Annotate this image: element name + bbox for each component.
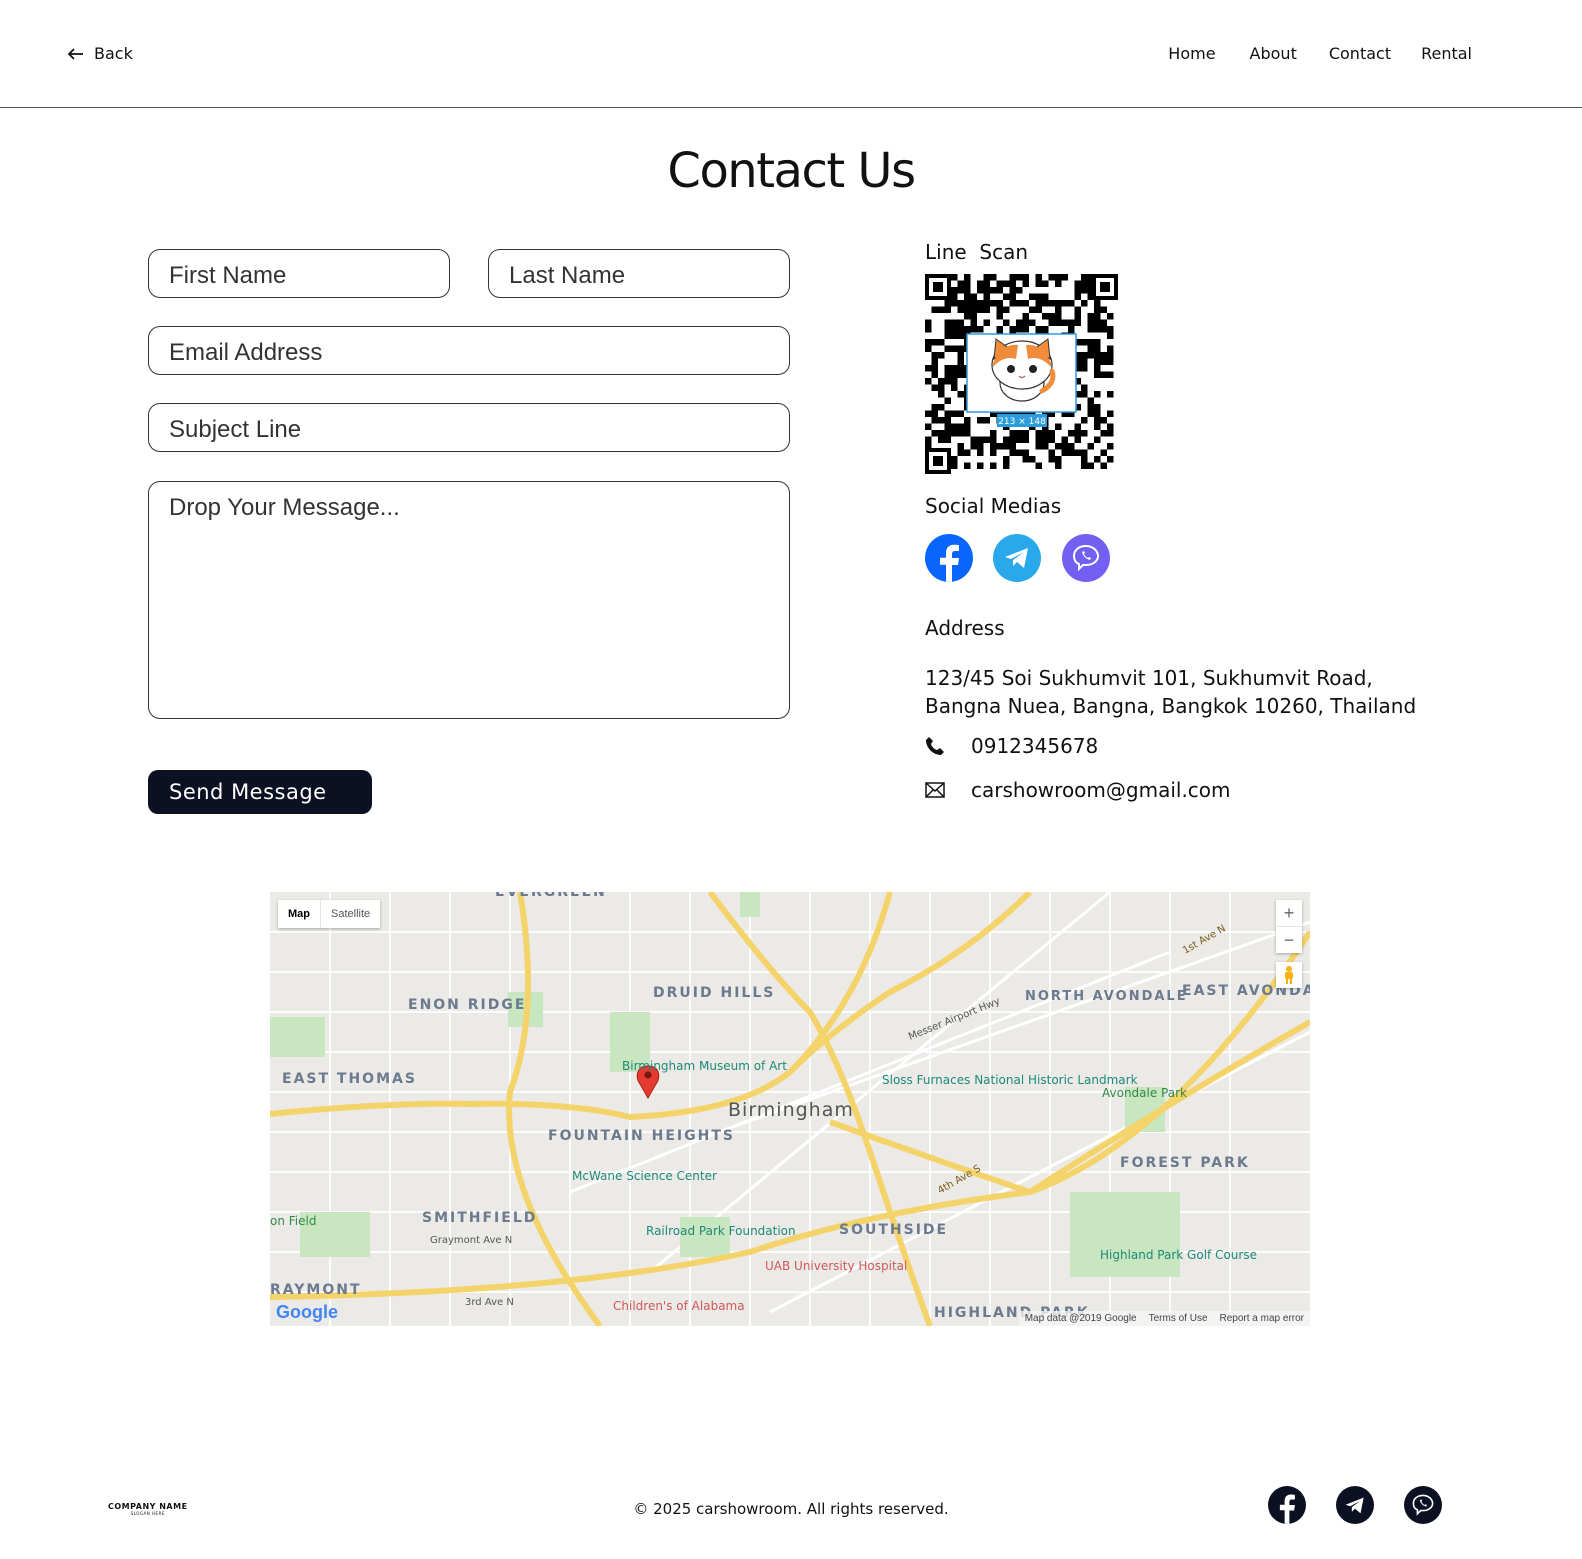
last-name-field[interactable]: Last Name — [488, 249, 790, 298]
svg-text:EVERGREEN: EVERGREEN — [495, 892, 607, 900]
viber-icon — [1072, 544, 1100, 572]
viber-link[interactable] — [1062, 534, 1110, 582]
telegram-icon — [1005, 548, 1028, 568]
svg-text:Highland Park Golf Course: Highland Park Golf Course — [1100, 1248, 1257, 1262]
svg-text:Graymont Ave N: Graymont Ave N — [430, 1235, 512, 1246]
viber-icon — [1412, 1494, 1434, 1516]
map-type-map[interactable]: Map — [278, 900, 320, 928]
footer-facebook-link[interactable] — [1268, 1486, 1306, 1524]
facebook-link[interactable] — [925, 534, 973, 582]
svg-text:McWane Science Center: McWane Science Center — [572, 1169, 717, 1183]
first-name-field[interactable]: First Name — [148, 249, 450, 298]
nav-links: Home About Contact Rental — [1168, 44, 1472, 63]
phone-row: 0912345678 — [925, 734, 1098, 758]
svg-text:Birmingham Museum of Art: Birmingham Museum of Art — [622, 1059, 787, 1073]
zoom-out-button[interactable]: − — [1276, 927, 1302, 953]
address-line-2: Bangna Nuea, Bangna, Bangkok 10260, Thai… — [925, 694, 1417, 718]
email-row: carshowroom@gmail.com — [925, 778, 1231, 802]
pegman-button[interactable] — [1276, 962, 1302, 988]
address-line-1: 123/45 Soi Sukhumvit 101, Sukhumvit Road… — [925, 666, 1373, 690]
footer-telegram-link[interactable] — [1336, 1486, 1374, 1524]
svg-text:on Field: on Field — [270, 1214, 316, 1228]
top-nav: Back Home About Contact Rental — [0, 0, 1582, 108]
back-label: Back — [94, 44, 133, 63]
line-scan-label: Line Scan — [925, 240, 1029, 264]
svg-text:SMITHFIELD: SMITHFIELD — [422, 1210, 537, 1226]
facebook-icon — [1279, 1494, 1295, 1524]
telegram-link[interactable] — [993, 534, 1041, 582]
line-qr-code: 213 × 148 — [925, 274, 1118, 474]
zoom-controls: + − — [1276, 900, 1302, 953]
map-type-control: Map Satellite — [278, 900, 381, 928]
svg-text:FOREST PARK: FOREST PARK — [1120, 1155, 1250, 1171]
nav-about[interactable]: About — [1250, 44, 1297, 63]
phone-number[interactable]: 0912345678 — [971, 734, 1098, 758]
message-textarea[interactable]: Drop Your Message... — [148, 481, 790, 719]
svg-text:UAB University Hospital: UAB University Hospital — [765, 1259, 907, 1273]
social-medias-label: Social Medias — [925, 494, 1062, 518]
svg-text:SOUTHSIDE: SOUTHSIDE — [839, 1222, 948, 1238]
zoom-in-button[interactable]: + — [1276, 900, 1302, 927]
address-label: Address — [925, 616, 1005, 640]
address-text: 123/45 Soi Sukhumvit 101, Sukhumvit Road… — [925, 664, 1416, 720]
svg-text:RAYMONT: RAYMONT — [270, 1282, 362, 1298]
phone-icon — [926, 737, 944, 755]
email-address[interactable]: carshowroom@gmail.com — [971, 778, 1231, 802]
map-report-link[interactable]: Report a map error — [1220, 1313, 1304, 1324]
svg-text:Railroad Park Foundation: Railroad Park Foundation — [646, 1224, 796, 1238]
map-attribution: Map data @2019 Google Terms of Use Repor… — [1018, 1311, 1310, 1326]
svg-text:Birmingham: Birmingham — [728, 1099, 854, 1121]
map-terms-link[interactable]: Terms of Use — [1149, 1313, 1208, 1324]
subject-field[interactable]: Subject Line — [148, 403, 790, 452]
arrow-left-icon — [68, 47, 83, 60]
nav-home[interactable]: Home — [1168, 44, 1215, 63]
google-logo: Google — [276, 1302, 338, 1322]
send-message-button[interactable]: Send Message — [148, 770, 372, 814]
map-canvas: EVERGREEN DRUID HILLS ENON RIDGE NORTH A… — [270, 892, 1310, 1326]
page-title: Contact Us — [667, 143, 916, 199]
svg-text:Sloss Furnaces National Histor: Sloss Furnaces National Historic Landmar… — [882, 1073, 1138, 1087]
svg-text:DRUID HILLS: DRUID HILLS — [653, 985, 775, 1001]
email-field[interactable]: Email Address — [148, 326, 790, 375]
svg-text:3rd Ave N: 3rd Ave N — [465, 1297, 514, 1308]
svg-text:EAST THOMAS: EAST THOMAS — [282, 1071, 417, 1087]
svg-text:Avondale Park: Avondale Park — [1102, 1086, 1187, 1100]
svg-text:Children's of Alabama: Children's of Alabama — [613, 1299, 745, 1313]
telegram-icon — [1345, 1497, 1364, 1513]
google-map[interactable]: EVERGREEN DRUID HILLS ENON RIDGE NORTH A… — [270, 892, 1310, 1326]
qr-size-badge: 213 × 148 — [998, 417, 1046, 427]
facebook-icon — [940, 544, 959, 582]
nav-contact[interactable]: Contact — [1329, 44, 1391, 63]
mail-icon — [925, 782, 945, 798]
pegman-icon — [1285, 966, 1293, 984]
svg-text:FOUNTAIN HEIGHTS: FOUNTAIN HEIGHTS — [548, 1128, 735, 1144]
nav-rental[interactable]: Rental — [1421, 44, 1472, 63]
footer-viber-link[interactable] — [1404, 1486, 1442, 1524]
map-type-satellite[interactable]: Satellite — [320, 900, 380, 928]
map-data-credit: Map data @2019 Google — [1024, 1313, 1137, 1324]
back-link[interactable]: Back — [68, 44, 133, 63]
svg-text:NORTH AVONDALE: NORTH AVONDALE — [1025, 989, 1188, 1004]
svg-text:ENON RIDGE: ENON RIDGE — [408, 997, 526, 1013]
